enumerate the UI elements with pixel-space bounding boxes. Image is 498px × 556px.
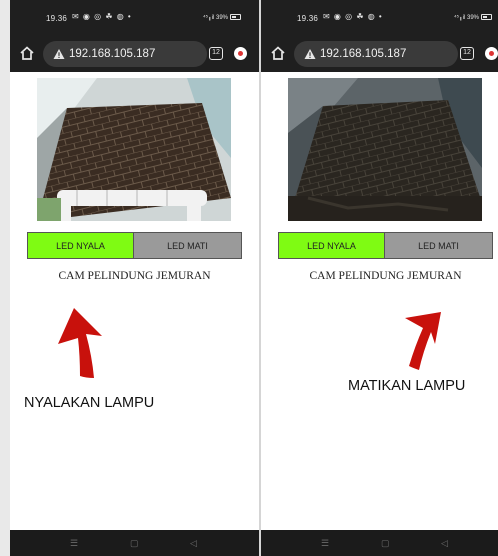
back-icon[interactable]: ◁ bbox=[441, 538, 448, 549]
home-nav-icon[interactable]: ▢ bbox=[381, 538, 390, 549]
phone-screen-led-on: 19.36 ✉ ◉ ◎ ☘ ◍ • ⁴⁵╻il 39% 192.168.105.… bbox=[10, 0, 259, 556]
tabs-count-icon[interactable]: 12 bbox=[460, 47, 474, 60]
browser-menu-icon[interactable] bbox=[485, 47, 498, 60]
system-status: ⁴⁵╻il 39% bbox=[454, 14, 492, 21]
web-page: LED NYALA LED MATI CAM PELINDUNG JEMURAN… bbox=[10, 72, 259, 530]
page-title: CAM PELINDUNG JEMURAN bbox=[58, 270, 211, 282]
camera-frame-image bbox=[288, 78, 482, 221]
signal-battery-text: ⁴⁵╻il 39% bbox=[453, 15, 479, 21]
system-status: ⁴⁵╻il 39% bbox=[203, 14, 241, 21]
warning-icon[interactable] bbox=[53, 48, 65, 60]
annotation-caption: NYALAKAN LAMPU bbox=[24, 395, 155, 411]
url-text: 192.168.105.187 bbox=[320, 48, 407, 60]
led-on-button[interactable]: LED NYALA bbox=[279, 233, 385, 258]
led-button-group: LED NYALA LED MATI bbox=[278, 232, 493, 259]
phone-screen-led-off: 19.36 ✉ ◉ ◎ ☘ ◍ • ⁴⁵╻il 39% 192.168.105.… bbox=[261, 0, 498, 556]
status-bar: 19.36 ✉ ◉ ◎ ☘ ◍ • ⁴⁵╻il 39% bbox=[10, 0, 259, 36]
web-page: LED NYALA LED MATI CAM PELINDUNG JEMURAN… bbox=[261, 72, 498, 530]
android-nav-bar: ☰ ▢ ◁ bbox=[10, 530, 259, 556]
recents-icon[interactable]: ☰ bbox=[321, 538, 329, 549]
red-arrow-annotation bbox=[405, 312, 441, 370]
led-on-button[interactable]: LED NYALA bbox=[28, 233, 134, 258]
battery-icon bbox=[481, 14, 492, 21]
battery-icon bbox=[230, 14, 241, 21]
red-arrow-annotation bbox=[58, 308, 102, 378]
tabs-count-icon[interactable]: 12 bbox=[209, 47, 223, 60]
signal-battery-text: ⁴⁵╻il 39% bbox=[202, 15, 228, 21]
home-icon[interactable] bbox=[18, 44, 36, 62]
led-button-group: LED NYALA LED MATI bbox=[27, 232, 242, 259]
notification-icons: ✉ ◉ ◎ ☘ ◍ • bbox=[72, 12, 132, 21]
status-bar: 19.36 ✉ ◉ ◎ ☘ ◍ • ⁴⁵╻il 39% bbox=[261, 0, 498, 36]
home-icon[interactable] bbox=[269, 44, 287, 62]
status-time: 19.36 bbox=[297, 14, 319, 23]
address-bar[interactable]: 192.168.105.187 bbox=[294, 41, 458, 67]
status-time: 19.36 bbox=[46, 14, 68, 23]
browser-toolbar: 192.168.105.187 12 bbox=[10, 36, 259, 72]
annotation-caption: MATIKAN LAMPU bbox=[348, 378, 466, 394]
back-icon[interactable]: ◁ bbox=[190, 538, 197, 549]
android-nav-bar: ☰ ▢ ◁ bbox=[261, 530, 498, 556]
camera-frame-image bbox=[37, 78, 231, 221]
url-text: 192.168.105.187 bbox=[69, 48, 156, 60]
warning-icon[interactable] bbox=[304, 48, 316, 60]
browser-menu-icon[interactable] bbox=[234, 47, 247, 60]
page-title: CAM PELINDUNG JEMURAN bbox=[309, 270, 462, 282]
led-off-button[interactable]: LED MATI bbox=[134, 233, 241, 258]
address-bar[interactable]: 192.168.105.187 bbox=[43, 41, 207, 67]
led-off-button[interactable]: LED MATI bbox=[385, 233, 492, 258]
browser-toolbar: 192.168.105.187 12 bbox=[261, 36, 498, 72]
notification-icons: ✉ ◉ ◎ ☘ ◍ • bbox=[323, 12, 383, 21]
home-nav-icon[interactable]: ▢ bbox=[130, 538, 139, 549]
camera-stream bbox=[288, 78, 482, 221]
camera-stream bbox=[37, 78, 231, 221]
recents-icon[interactable]: ☰ bbox=[70, 538, 78, 549]
